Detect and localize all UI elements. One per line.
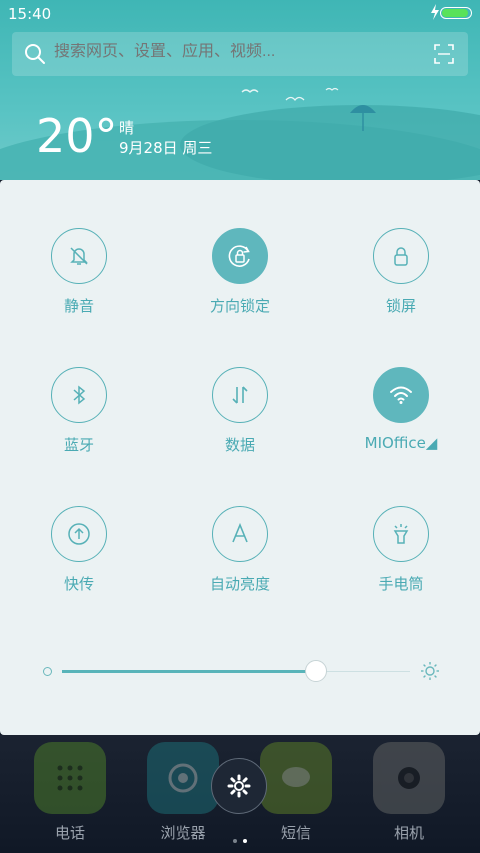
app-label: 浏览器 [160, 824, 206, 842]
search-bar[interactable] [12, 32, 468, 76]
toggle-label: 锁屏 [385, 297, 416, 315]
brightness-slider[interactable] [40, 660, 440, 682]
toggle-quick-share[interactable]: 快传 [9, 506, 149, 594]
weather-date: 9月28日 周三 [119, 139, 213, 157]
toggle-button[interactable] [212, 228, 268, 284]
toggle-bluetooth[interactable]: 蓝牙 [9, 367, 149, 455]
settings-button[interactable] [211, 758, 267, 814]
toggle-button[interactable] [51, 506, 107, 562]
toggle-label: 数据 [224, 436, 255, 454]
temperature: 20° [36, 109, 118, 163]
app-label: 相机 [393, 824, 424, 842]
browser-icon[interactable] [147, 742, 219, 814]
weather-condition: 晴 [119, 119, 135, 137]
toggle-mobile-data[interactable]: 数据 [170, 367, 310, 455]
search-icon [25, 44, 45, 64]
battery-icon [440, 7, 472, 19]
toggle-wifi[interactable]: MIOffice◢ [331, 367, 471, 452]
auto-brightness-icon [232, 522, 248, 543]
bluetooth-icon [73, 385, 86, 405]
app-camera[interactable]: 相机 [371, 742, 447, 843]
app-phone[interactable]: 电话 [32, 742, 108, 843]
toggle-button[interactable] [51, 228, 107, 284]
toggle-button[interactable] [373, 228, 429, 284]
hill-decoration [180, 105, 480, 180]
wifi-icon [390, 386, 412, 404]
charging-icon [431, 4, 439, 20]
toggle-button[interactable] [373, 367, 429, 423]
status-time: 15:40 [8, 5, 52, 23]
toggle-button[interactable] [373, 506, 429, 562]
umbrella-icon [350, 105, 376, 131]
toggle-lock-screen[interactable]: 锁屏 [331, 228, 471, 316]
toggle-label: 快传 [63, 575, 94, 593]
phone-icon[interactable] [34, 742, 106, 814]
message-icon[interactable] [260, 742, 332, 814]
mobile-data-icon [232, 386, 248, 404]
toggle-flashlight[interactable]: 手电筒 [331, 506, 471, 594]
home-dock: 电话 浏览器 短信 相机 [0, 735, 480, 853]
toggle-label: 自动亮度 [209, 575, 270, 593]
app-browser[interactable]: 浏览器 [145, 742, 221, 843]
search-input[interactable] [54, 43, 414, 61]
app-label: 短信 [280, 824, 311, 842]
share-upload-icon [68, 523, 90, 545]
quick-settings-panel: 静音 方向锁定 锁屏 蓝牙 数据 MIOffice◢ 快传 自动亮度 手电筒 [0, 180, 480, 735]
toggle-button[interactable] [212, 367, 268, 423]
status-bar: 15:40 [0, 0, 480, 26]
toggle-label: MIOffice◢ [364, 434, 438, 452]
toggle-rotation-lock[interactable]: 方向锁定 [170, 228, 310, 316]
brightness-high-icon [421, 662, 439, 680]
gear-icon [227, 774, 251, 798]
app-label: 电话 [54, 824, 85, 842]
flashlight-icon [393, 524, 409, 544]
weather-header: 15:40 20° 晴 9月28日 周三 [0, 0, 480, 180]
rotation-lock-icon [228, 245, 250, 267]
toggle-label: 方向锁定 [209, 297, 270, 315]
toggle-mute[interactable]: 静音 [9, 228, 149, 316]
toggle-label: 静音 [63, 297, 94, 315]
page-dot [243, 839, 247, 843]
toggle-button[interactable] [212, 506, 268, 562]
brightness-low-icon [43, 667, 52, 676]
page-indicator [233, 828, 253, 847]
camera-icon[interactable] [373, 742, 445, 814]
app-messages[interactable]: 短信 [258, 742, 334, 843]
mute-bell-icon [70, 247, 88, 265]
scan-icon[interactable] [434, 44, 454, 64]
toggle-auto-brightness[interactable]: 自动亮度 [170, 506, 310, 594]
birds-decoration [241, 87, 339, 102]
slider-knob[interactable] [305, 660, 328, 682]
toggle-label: 手电筒 [378, 575, 424, 593]
padlock-icon [394, 247, 408, 266]
toggle-label: 蓝牙 [63, 436, 94, 454]
toggle-button[interactable] [51, 367, 107, 423]
slider-fill [62, 670, 317, 673]
battery-level [442, 9, 468, 17]
page-dot [233, 839, 237, 843]
